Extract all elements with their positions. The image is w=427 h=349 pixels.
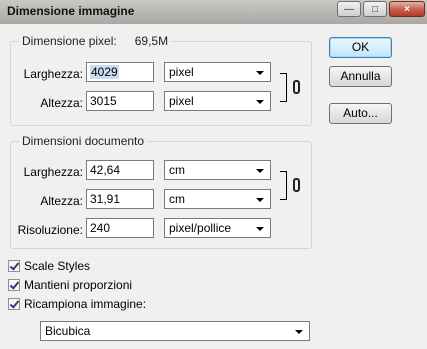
constrain-proportions-checkbox[interactable] <box>8 279 20 291</box>
chevron-down-icon <box>256 227 264 231</box>
maximize-button[interactable]: □ <box>363 1 387 17</box>
pixel-height-label: Altezza: <box>40 96 83 110</box>
doc-height-label: Altezza: <box>40 194 83 208</box>
pixel-height-unit-select[interactable]: pixel <box>164 91 271 111</box>
doc-constrain-bracket <box>280 171 287 200</box>
pixel-width-unit-select[interactable]: pixel <box>164 62 271 82</box>
title-bar: Dimensione immagine — □ × <box>0 0 427 24</box>
chevron-down-icon <box>256 198 264 202</box>
checkmark-icon <box>9 298 20 309</box>
close-button[interactable]: × <box>389 1 425 17</box>
constrain-proportions-label: Mantieni proporzioni <box>24 278 133 292</box>
doc-height-unit-select[interactable]: cm <box>164 189 271 209</box>
scale-styles-option[interactable]: Scale Styles <box>8 259 90 273</box>
link-icon <box>293 178 300 192</box>
scale-styles-checkbox[interactable] <box>8 260 20 272</box>
cancel-button[interactable]: Annulla <box>329 66 392 87</box>
chevron-down-icon <box>256 169 264 173</box>
pixel-width-input[interactable]: 4029 <box>86 62 154 82</box>
doc-width-unit: cm <box>169 163 185 177</box>
checkmark-icon <box>9 279 20 290</box>
constrain-proportions-option[interactable]: Mantieni proporzioni <box>8 278 132 292</box>
doc-height-value: 31,91 <box>90 192 121 206</box>
dialog-body: Dimensione pixel: 69,5M Larghezza: 4029 … <box>0 24 427 349</box>
document-size-legend: Dimensioni documento <box>22 134 145 148</box>
resample-method-value: Bicubica <box>45 324 91 338</box>
chevron-down-icon <box>256 71 264 75</box>
resolution-label: Risoluzione: <box>17 223 83 237</box>
doc-width-unit-select[interactable]: cm <box>164 160 271 180</box>
close-icon: × <box>404 3 410 15</box>
pixel-width-unit: pixel <box>169 65 194 79</box>
pixel-dimensions-title: Dimensione pixel: <box>22 34 117 48</box>
resolution-input[interactable]: 240 <box>86 218 154 238</box>
link-icon <box>293 80 300 94</box>
pixel-constrain-bracket <box>280 73 287 102</box>
pixel-width-label: Larghezza: <box>23 67 83 81</box>
chevron-down-icon <box>256 100 264 104</box>
doc-height-input[interactable]: 31,91 <box>86 189 154 209</box>
pixel-dimensions-legend: Dimensione pixel: 69,5M <box>19 34 171 48</box>
maximize-icon: □ <box>371 3 379 15</box>
pixel-height-value: 3015 <box>90 94 117 108</box>
checkmark-icon <box>9 260 20 271</box>
doc-width-label: Larghezza: <box>23 165 83 179</box>
resample-label: Ricampiona immagine: <box>24 297 147 311</box>
minimize-icon: — <box>344 3 354 15</box>
pixel-dimensions-size: 69,5M <box>134 34 169 48</box>
scale-styles-label: Scale Styles <box>24 259 91 273</box>
resolution-unit-select[interactable]: pixel/pollice <box>164 218 271 238</box>
pixel-width-value: 4029 <box>90 65 119 79</box>
minimize-button[interactable]: — <box>337 1 361 17</box>
doc-width-input[interactable]: 42,64 <box>86 160 154 180</box>
resolution-value: 240 <box>90 221 111 235</box>
pixel-height-unit: pixel <box>169 94 194 108</box>
dialog-title: Dimensione immagine <box>7 4 135 18</box>
doc-width-value: 42,64 <box>90 163 121 177</box>
resample-option[interactable]: Ricampiona immagine: <box>8 297 146 311</box>
resample-checkbox[interactable] <box>8 298 20 310</box>
doc-height-unit: cm <box>169 192 185 206</box>
resolution-unit: pixel/pollice <box>169 221 232 235</box>
ok-button[interactable]: OK <box>329 37 392 58</box>
chevron-down-icon <box>295 330 303 334</box>
auto-button[interactable]: Auto... <box>329 103 392 124</box>
pixel-height-input[interactable]: 3015 <box>86 91 154 111</box>
resample-method-select[interactable]: Bicubica <box>40 321 310 341</box>
